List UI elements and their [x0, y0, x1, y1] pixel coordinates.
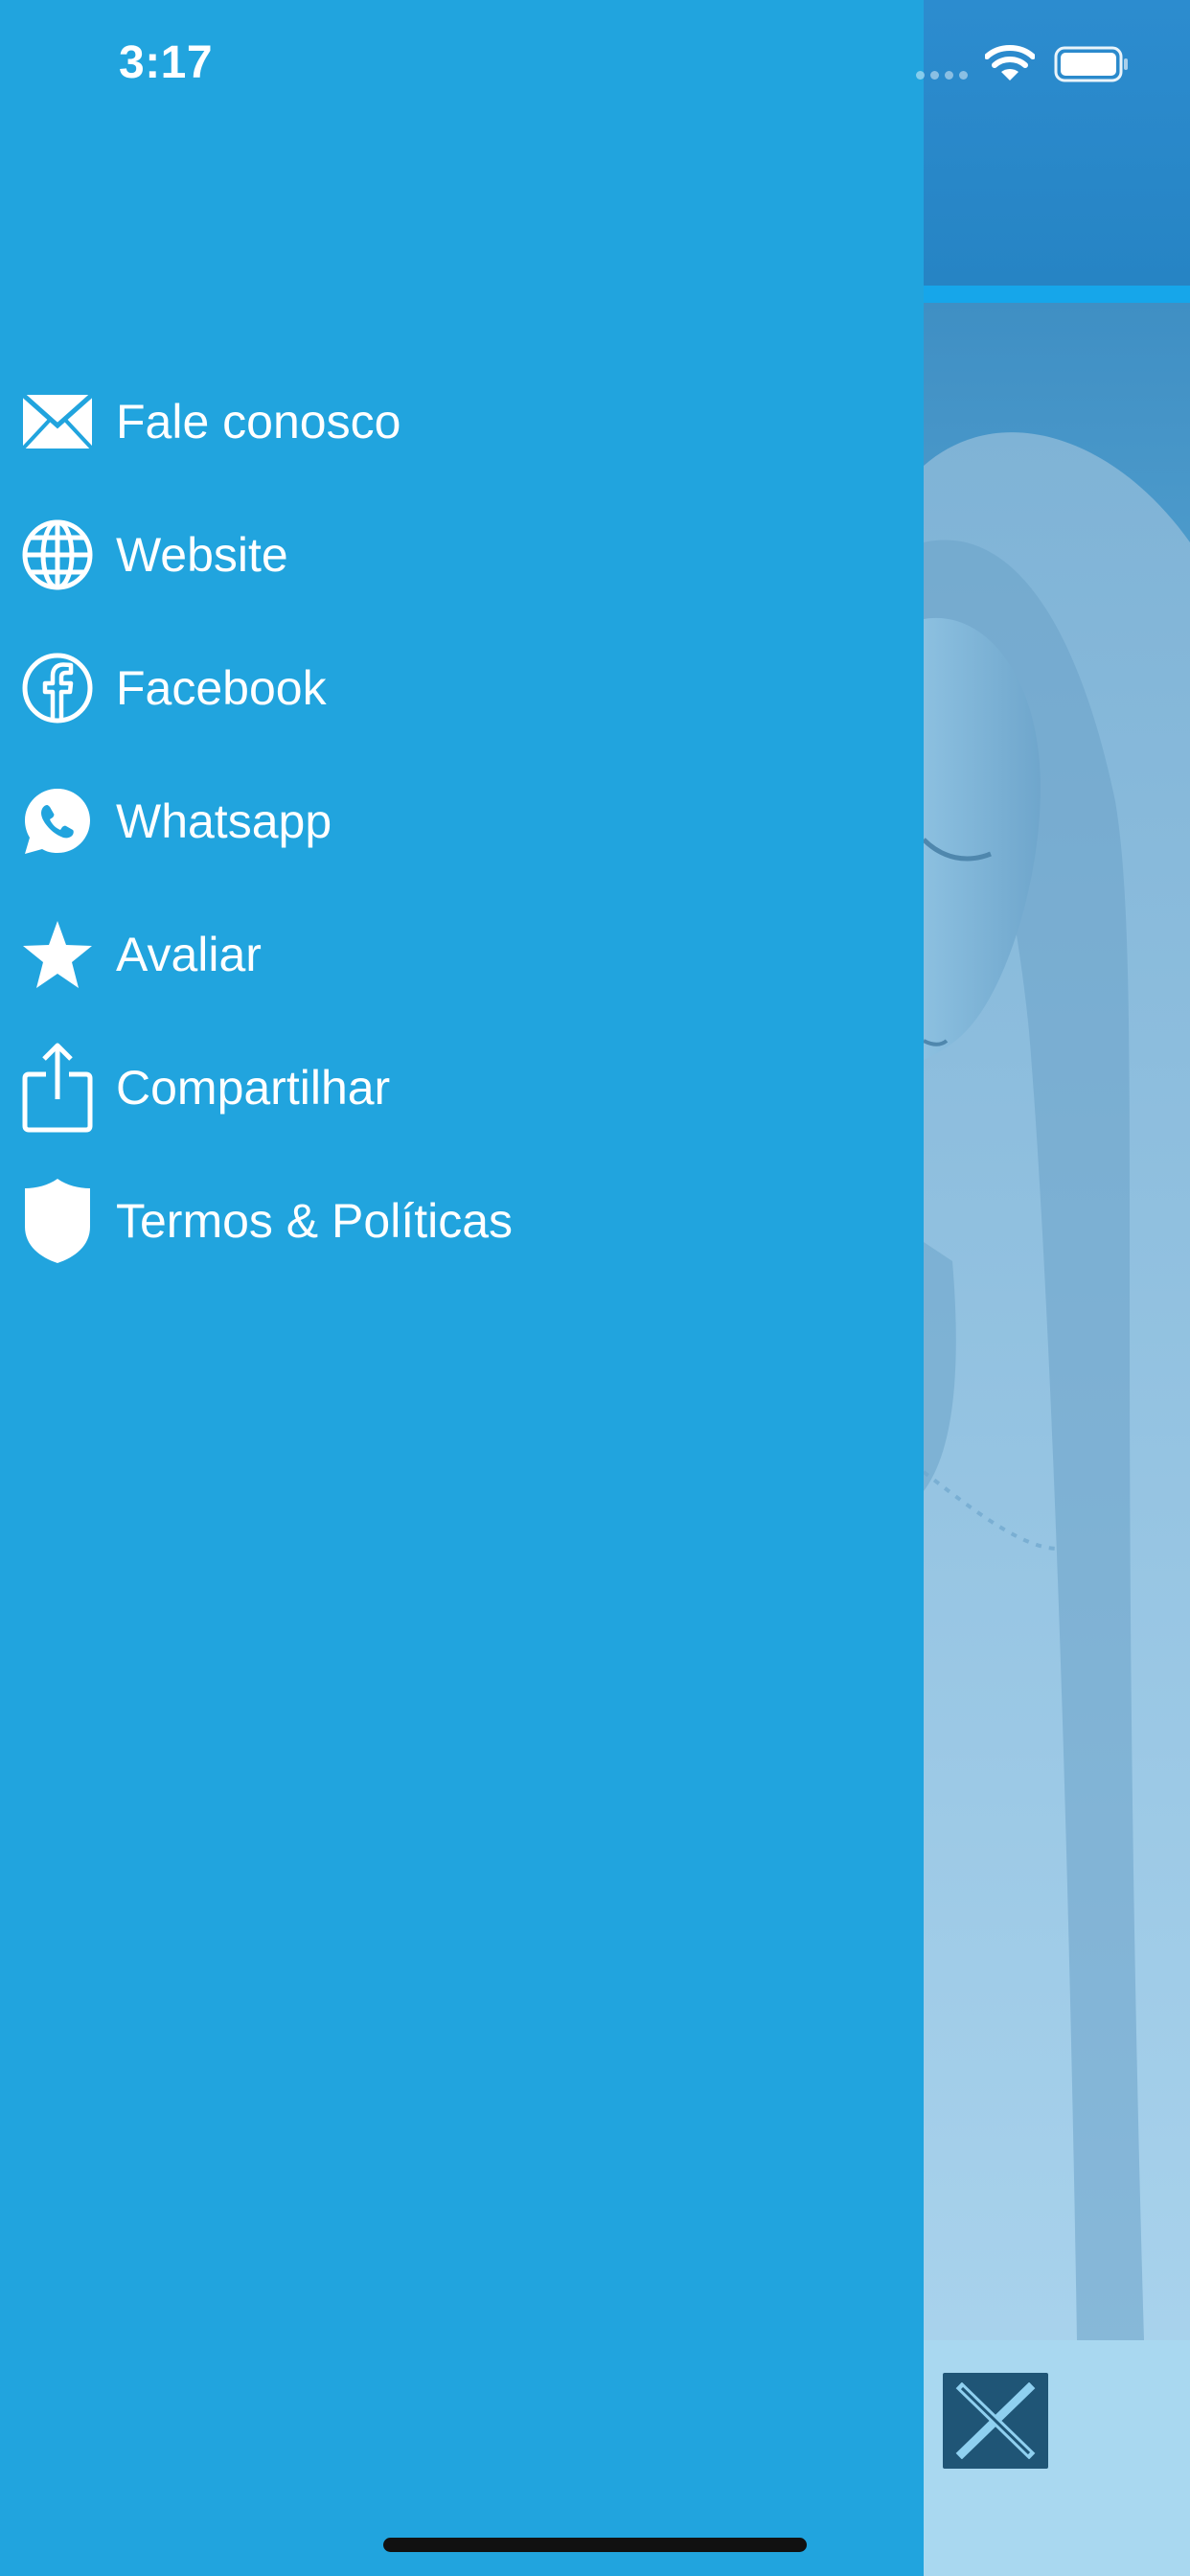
menu-item-label: Compartilhar — [116, 1061, 391, 1115]
hero-image — [924, 303, 1190, 2340]
menu-item-label: Whatsapp — [116, 794, 332, 848]
menu-item-compartilhar[interactable]: Compartilhar — [0, 1030, 924, 1145]
statue-illustration — [924, 432, 1190, 2340]
menu-item-facebook[interactable]: Facebook — [0, 631, 924, 746]
menu-item-website[interactable]: Website — [0, 497, 924, 612]
x-close-button[interactable] — [943, 2373, 1048, 2469]
wifi-icon — [985, 45, 1035, 80]
menu-item-fale-conosco[interactable]: Fale conosco — [0, 364, 924, 479]
facebook-icon — [21, 640, 94, 736]
share-icon — [21, 1040, 94, 1136]
menu-item-label: Facebook — [116, 661, 327, 715]
status-bar: 3:17 — [0, 0, 1190, 134]
star-icon — [21, 907, 94, 1002]
globe-icon — [21, 507, 94, 603]
menu-item-whatsapp[interactable]: Whatsapp — [0, 764, 924, 879]
side-drawer: Fale conosco Website Facebook Whatsapp A… — [0, 0, 924, 2576]
screen: Fale conosco Website Facebook Whatsapp A… — [0, 0, 1190, 2576]
menu-item-termos-politicas[interactable]: Termos & Políticas — [0, 1163, 924, 1278]
whatsapp-icon — [21, 773, 94, 869]
menu-item-label: Website — [116, 528, 288, 582]
home-indicator[interactable] — [383, 2538, 807, 2552]
cellular-signal-icon — [916, 71, 968, 80]
menu-item-label: Fale conosco — [116, 395, 401, 448]
background-app-header-divider — [924, 286, 1190, 303]
background-app[interactable] — [924, 0, 1190, 2576]
shield-icon — [21, 1173, 94, 1269]
menu-item-avaliar[interactable]: Avaliar — [0, 897, 924, 1012]
mail-icon — [21, 374, 94, 470]
battery-icon — [1054, 46, 1128, 82]
menu-item-label: Avaliar — [116, 928, 262, 981]
menu-item-label: Termos & Políticas — [116, 1194, 514, 1248]
status-time: 3:17 — [119, 37, 214, 88]
x-close-icon — [955, 2382, 1036, 2459]
background-app-bottom-bar — [924, 2340, 1190, 2576]
